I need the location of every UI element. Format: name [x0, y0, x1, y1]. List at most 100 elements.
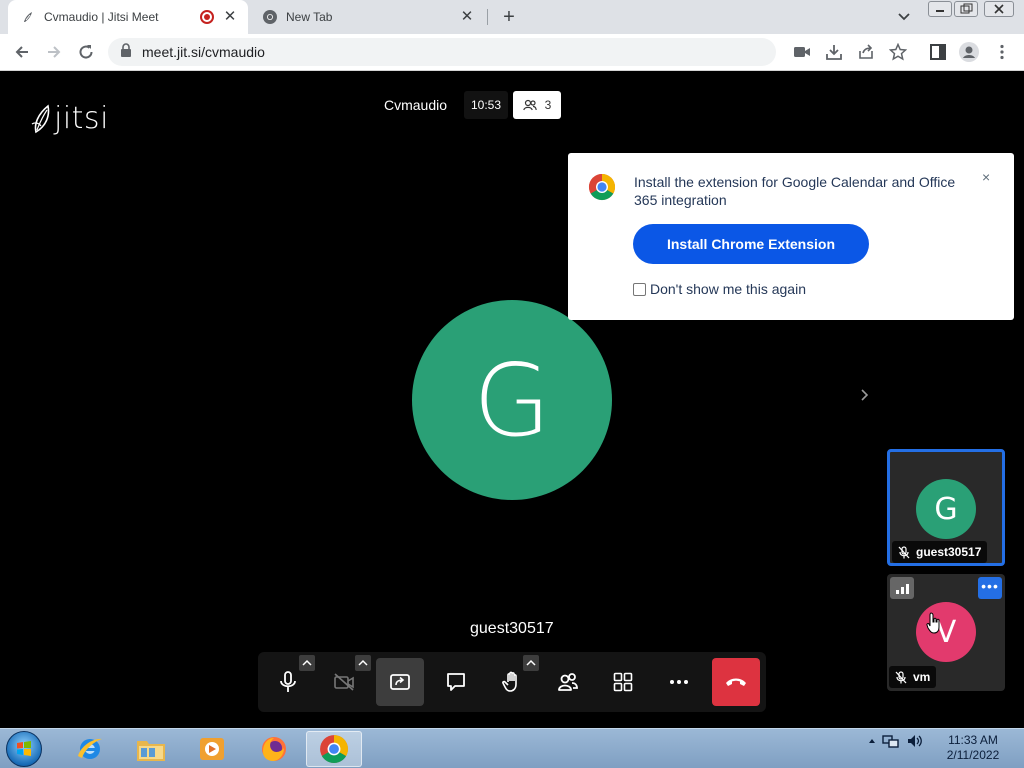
browser-menu-icon[interactable]: [991, 41, 1013, 63]
connection-indicator-icon[interactable]: [890, 577, 914, 599]
taskbar-file-explorer[interactable]: [123, 731, 179, 767]
minimize-button[interactable]: [928, 1, 952, 17]
filmstrip-tile-guest30517[interactable]: G guest30517: [887, 449, 1005, 566]
chrome-logo-icon: [588, 173, 616, 206]
close-window-button[interactable]: [984, 1, 1014, 17]
show-hidden-icons-chevron-icon[interactable]: [868, 737, 876, 745]
taskbar-media-player[interactable]: [184, 731, 240, 767]
more-actions-button[interactable]: [655, 658, 703, 706]
camera-in-use-icon[interactable]: [791, 41, 813, 63]
taskbar-firefox[interactable]: [246, 731, 302, 767]
tile-avatar: V: [916, 602, 976, 662]
dont-show-again-checkbox[interactable]: [633, 282, 646, 296]
folder-icon: [137, 741, 165, 761]
chrome-icon: [320, 735, 348, 764]
tile-avatar: G: [916, 479, 976, 539]
tile-name-label: guest30517: [892, 541, 988, 563]
tab-close-icon[interactable]: ✕: [459, 9, 475, 25]
tab-new-tab[interactable]: New Tab ✕: [250, 0, 485, 34]
raise-hand-icon: [502, 671, 517, 692]
hangup-button[interactable]: [712, 658, 760, 706]
tab-separator: [487, 9, 488, 25]
filmstrip-tile-vm[interactable]: ••• V vm: [887, 574, 1005, 691]
screenshare-button[interactable]: [376, 658, 424, 706]
chat-icon: [447, 673, 465, 691]
tile-view-icon: [613, 672, 633, 692]
camera-off-icon: [334, 673, 354, 691]
profile-avatar-icon[interactable]: [958, 41, 980, 63]
dominant-speaker-name: guest30517: [470, 620, 554, 637]
conference-timer: 10:53: [464, 91, 508, 119]
close-icon[interactable]: ×: [982, 169, 990, 185]
tab-search-chevron-icon[interactable]: [894, 8, 914, 26]
browser-tabstrip: Cvmaudio | Jitsi Meet ✕ New Tab ✕ +: [0, 0, 1024, 34]
browser-toolbar: meet.jit.si/cvmaudio: [0, 34, 1024, 71]
network-icon[interactable]: [882, 733, 900, 749]
dominant-speaker-avatar: G: [412, 300, 612, 500]
audio-settings-chevron-icon[interactable]: [299, 655, 315, 671]
tab-close-icon[interactable]: ✕: [222, 9, 238, 25]
chrome-favicon-icon: [262, 9, 278, 25]
mic-muted-icon: [895, 670, 907, 683]
volume-icon[interactable]: [906, 733, 924, 749]
internet-explorer-icon: [78, 738, 102, 759]
lock-icon[interactable]: [120, 42, 132, 62]
mouse-cursor-hand-icon: [926, 612, 942, 639]
address-bar[interactable]: meet.jit.si/cvmaudio: [108, 38, 776, 66]
forward-button[interactable]: [42, 40, 66, 64]
dont-show-again-label[interactable]: Don't show me this again: [650, 281, 806, 297]
reload-button[interactable]: [74, 40, 98, 64]
video-settings-chevron-icon[interactable]: [355, 655, 371, 671]
meeting-stage: jitsi Cvmaudio 10:53 3 G guest30517 G gu…: [0, 71, 1024, 728]
microphone-icon: [280, 671, 296, 692]
tile-avatar-initial: G: [934, 491, 958, 527]
tab-jitsi-meet[interactable]: Cvmaudio | Jitsi Meet ✕: [8, 0, 248, 34]
chat-button[interactable]: [432, 658, 480, 706]
tab-title: New Tab: [286, 10, 333, 24]
install-chrome-extension-button[interactable]: Install Chrome Extension: [633, 224, 869, 264]
windows-logo-icon: [17, 741, 31, 756]
new-tab-button[interactable]: +: [498, 6, 520, 28]
conference-name: Cvmaudio: [384, 97, 448, 113]
reactions-chevron-icon[interactable]: [523, 655, 539, 671]
meeting-toolbox: [258, 652, 766, 712]
tile-view-button[interactable]: [599, 658, 647, 706]
clock-time: 11:33 AM: [948, 733, 998, 747]
firefox-icon: [262, 737, 286, 761]
avatar-initial: G: [473, 341, 551, 459]
more-dots-icon: [670, 680, 688, 684]
restore-button[interactable]: [954, 1, 978, 17]
hangup-phone-icon: [726, 678, 746, 686]
taskbar-chrome[interactable]: [306, 731, 362, 767]
tile-name: vm: [913, 670, 931, 684]
jitsi-logo[interactable]: jitsi: [30, 101, 109, 136]
taskbar-clock[interactable]: 11:33 AM 2/11/2022: [940, 733, 1006, 763]
extension-message: Install the extension for Google Calenda…: [634, 174, 956, 208]
install-app-icon[interactable]: [823, 41, 845, 63]
start-button[interactable]: [6, 731, 42, 767]
url-text: meet.jit.si/cvmaudio: [142, 44, 265, 60]
dont-show-again-option[interactable]: Don't show me this again: [633, 281, 806, 297]
participants-count: 3: [544, 98, 552, 112]
tile-name: guest30517: [916, 545, 982, 559]
tab-title: Cvmaudio | Jitsi Meet: [44, 10, 159, 24]
participants-icon: [558, 673, 578, 691]
tile-more-options-button[interactable]: •••: [978, 577, 1002, 599]
participants-icon: [522, 99, 537, 111]
mic-muted-icon: [898, 545, 910, 558]
participants-button[interactable]: [544, 658, 592, 706]
system-tray: [868, 733, 924, 749]
filmstrip-toggle-chevron-icon[interactable]: [856, 387, 872, 403]
side-panel-icon[interactable]: [927, 41, 949, 63]
taskbar-internet-explorer[interactable]: [62, 731, 118, 767]
tile-name-label: vm: [889, 666, 937, 688]
windows-taskbar: 11:33 AM 2/11/2022: [0, 728, 1024, 768]
jitsi-favicon-icon: [20, 9, 36, 25]
recording-indicator-icon: [200, 10, 214, 24]
media-player-icon: [200, 738, 224, 760]
share-icon[interactable]: [855, 41, 877, 63]
back-button[interactable]: [10, 40, 34, 64]
clock-date: 2/11/2022: [946, 748, 1000, 762]
participants-count-button[interactable]: 3: [513, 91, 561, 119]
bookmark-star-icon[interactable]: [887, 41, 909, 63]
